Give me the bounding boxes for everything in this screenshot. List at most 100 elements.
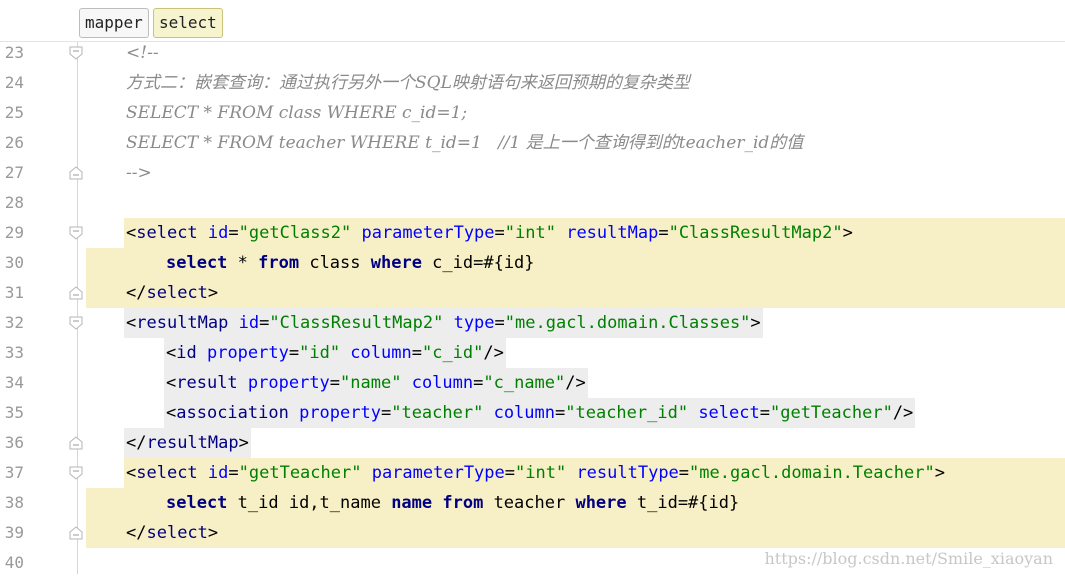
code-line[interactable]: 26 SELECT * FROM teacher WHERE t_id=1 //1… (0, 128, 1065, 158)
code-token: resultMap (136, 313, 239, 333)
line-number: 33 (4, 343, 24, 362)
code-token: "int" (515, 463, 577, 483)
line-number: 32 (4, 313, 24, 332)
watermark: https://blog.csdn.net/Smile_xiaoyan (764, 549, 1053, 568)
code-token: </ (126, 433, 147, 453)
code-token: "name" (340, 373, 412, 393)
code-token: = (494, 223, 505, 243)
code-token: = (288, 343, 300, 363)
line-number: 24 (4, 73, 24, 92)
code-token: = (329, 373, 341, 393)
code-token: column (493, 403, 555, 423)
code-line[interactable]: 33 < id property = "id" column = "c_id"/> (0, 338, 1065, 368)
code-token: SELECT * FROM class WHERE c_id=1; (126, 103, 468, 123)
breadcrumb-item-select[interactable]: select (153, 8, 223, 38)
code-line[interactable]: 27 --> (0, 158, 1065, 188)
code-token: <!-- (126, 43, 159, 63)
code-line[interactable]: 28 (0, 188, 1065, 218)
code-line[interactable]: 23 <!-- (0, 38, 1065, 68)
code-token: </ (126, 283, 147, 303)
code-token: where (575, 493, 637, 513)
code-token: "getTeacher" (238, 463, 372, 483)
code-line[interactable]: 35 < association property = "teacher" column… (0, 398, 1065, 428)
code-token: select (166, 493, 238, 513)
code-token: = (759, 403, 770, 423)
fold-close-icon[interactable] (69, 526, 83, 540)
code-token: column (350, 343, 412, 363)
code-token: "teacher_id" (565, 403, 699, 423)
code-token: select (136, 463, 208, 483)
code-line[interactable]: 30 select * from class where c_id=#{id} (0, 248, 1065, 278)
code-token: > (238, 433, 249, 453)
code-token: property (206, 343, 289, 363)
line-number: 38 (4, 493, 24, 512)
code-token: c_id=#{id} (432, 253, 535, 273)
code-token: = (678, 463, 690, 483)
code-token: select (146, 523, 208, 543)
code-line[interactable]: 25 SELECT * FROM class WHERE c_id=1; (0, 98, 1065, 128)
code-line[interactable]: 38 select t_id id,t_name name from teache… (0, 488, 1065, 518)
code-token: SELECT * FROM teacher WHERE t_id=1 //1 是… (126, 133, 804, 153)
code-token: "ClassResultMap2" (269, 313, 454, 333)
line-number: 26 (4, 133, 24, 152)
code-token: class (309, 253, 371, 273)
code-token: id (176, 343, 207, 363)
code-token: "me.gacl.domain.Classes" (504, 313, 751, 333)
code-line[interactable]: 36 </resultMap > (0, 428, 1065, 458)
line-number: 34 (4, 373, 24, 392)
fold-close-icon[interactable] (69, 166, 83, 180)
code-token: > (207, 283, 219, 303)
fold-close-icon[interactable] (69, 286, 83, 300)
code-line[interactable]: 39 </select > (0, 518, 1065, 548)
code-token: id (207, 223, 229, 243)
code-token: </ (126, 523, 147, 543)
fold-open-icon[interactable] (69, 226, 83, 240)
code-token: result (176, 373, 248, 393)
code-token: < (126, 313, 137, 333)
code-token: "c_id" (421, 343, 484, 363)
code-token: < (166, 373, 177, 393)
line-number: 28 (4, 193, 24, 212)
code-token: association (176, 403, 300, 423)
code-token: "ClassResultMap2" (668, 223, 843, 243)
code-token: = (504, 463, 516, 483)
code-token: select (136, 223, 208, 243)
code-token: id (238, 313, 260, 333)
code-token: > (207, 523, 219, 543)
code-line[interactable]: 37 < select id = "getTeacher" parameterType =… (0, 458, 1065, 488)
fold-close-icon[interactable] (69, 436, 83, 450)
code-token: = (380, 403, 392, 423)
breadcrumb-item-mapper[interactable]: mapper (79, 8, 149, 38)
line-number: 30 (4, 253, 24, 272)
line-highlight (86, 278, 1065, 308)
fold-open-icon[interactable] (69, 46, 83, 60)
code-token: = (259, 313, 270, 333)
code-token: id (207, 463, 229, 483)
code-line[interactable]: 29 < select id = "getClass2" parameterType = "… (0, 218, 1065, 248)
code-line[interactable]: 34 < result property = "name" column = "c_name… (0, 368, 1065, 398)
code-token: < (166, 343, 177, 363)
line-number: 37 (4, 463, 24, 482)
code-token: where (370, 253, 433, 273)
code-token: < (126, 463, 137, 483)
code-token: column (411, 373, 474, 393)
code-token: /> (565, 373, 586, 393)
breadcrumb: mapper select (0, 0, 1065, 42)
code-token: select (698, 403, 760, 423)
line-number: 29 (4, 223, 24, 242)
code-token: = (658, 223, 669, 243)
fold-open-icon[interactable] (69, 316, 83, 330)
code-token: = (473, 373, 484, 393)
code-token: parameterType (361, 223, 495, 243)
code-line[interactable]: 31 </select > (0, 278, 1065, 308)
fold-open-icon[interactable] (69, 466, 83, 480)
code-token: "c_name" (483, 373, 566, 393)
code-line[interactable]: 32 < resultMap id = "ClassResultMap2" type = "… (0, 308, 1065, 338)
line-number: 25 (4, 103, 24, 122)
code-line[interactable]: 24 方式二：嵌套查询：通过执行另外一个SQL映射语句来返回预期的复杂类型 (0, 68, 1065, 98)
code-token: 方式二：嵌套查询：通过执行另外一个SQL映射语句来返回预期的复杂类型 (126, 73, 690, 93)
line-number: 35 (4, 403, 24, 422)
line-highlight (86, 518, 1065, 548)
code-token: "id" (299, 343, 351, 363)
code-token: > (842, 223, 853, 243)
